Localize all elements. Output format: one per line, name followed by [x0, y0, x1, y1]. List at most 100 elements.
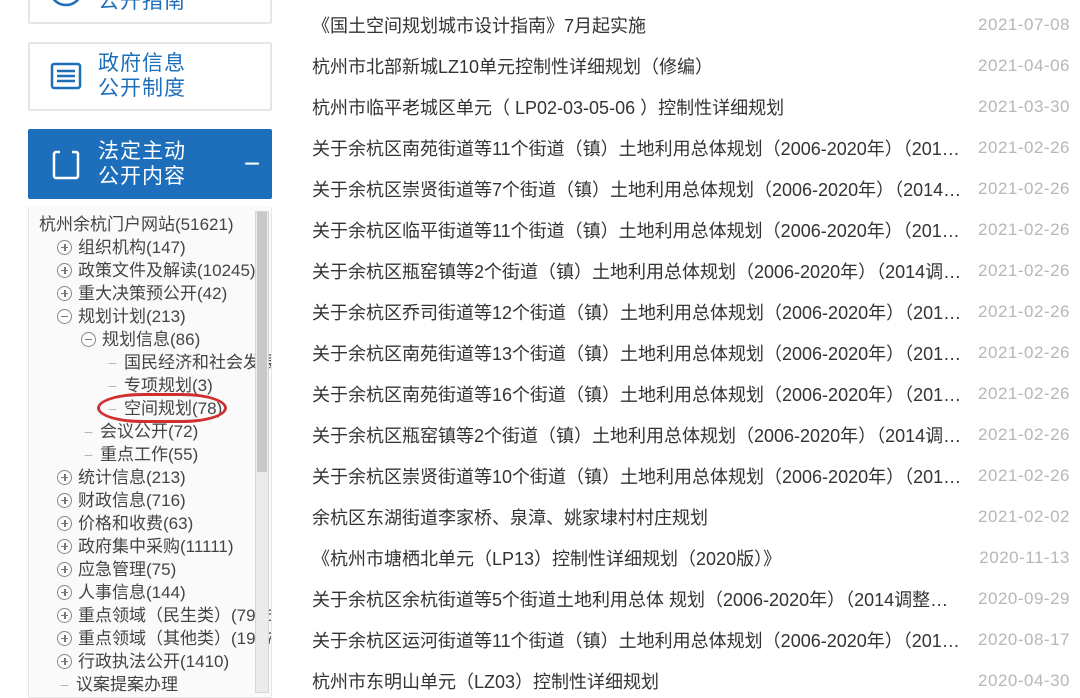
- article-row[interactable]: 关于余杭区乔司街道等12个街道（镇）土地利用总体规划（2006-2020年）（2…: [312, 291, 1070, 332]
- article-date: 2021-02-26: [978, 179, 1070, 199]
- article-date: 2021-07-08: [978, 15, 1070, 35]
- expand-icon[interactable]: [57, 608, 72, 623]
- sidebar-card-statutory[interactable]: 法定主动 公开内容 −: [28, 129, 272, 199]
- tree-node-label: 财政信息(716): [78, 489, 186, 512]
- article-row[interactable]: 关于余杭区余杭街道等5个街道土地利用总体 规划（2006-2020年）（2014…: [312, 578, 1070, 619]
- article-title: 关于余杭区南苑街道等11个街道（镇）土地利用总体规划（2006-2020年）（2…: [312, 135, 978, 161]
- expand-icon[interactable]: [57, 516, 72, 531]
- article-row[interactable]: 杭州市临平老城区单元（ LP02-03-05-06 ）控制性详细规划2021-0…: [312, 86, 1070, 127]
- expand-icon[interactable]: [57, 470, 72, 485]
- expand-icon[interactable]: [57, 493, 72, 508]
- card-label-l2: 公开制度: [98, 76, 186, 101]
- clipboard-icon: [44, 142, 88, 186]
- tree-node[interactable]: 行政执法公开(1410): [39, 650, 271, 673]
- collapse-icon[interactable]: [81, 332, 96, 347]
- expand-icon[interactable]: [57, 631, 72, 646]
- article-date: 2020-11-13: [979, 548, 1070, 568]
- article-title: 《国土空间规划城市设计指南》7月起实施: [312, 12, 978, 38]
- article-row[interactable]: 关于余杭区运河街道等11个街道（镇）土地利用总体规划（2006-2020年）（2…: [312, 619, 1070, 660]
- expand-icon[interactable]: [57, 654, 72, 669]
- article-date: 2021-02-02: [978, 507, 1070, 527]
- tree-scrollbar[interactable]: [255, 211, 269, 693]
- tree-node[interactable]: –会议公开(72): [39, 420, 271, 443]
- article-date: 2020-08-17: [978, 630, 1070, 650]
- tree-node[interactable]: 价格和收费(63): [39, 512, 271, 535]
- article-row[interactable]: 关于余杭区南苑街道等13个街道（镇）土地利用总体规划（2006-2020年）（2…: [312, 332, 1070, 373]
- article-title: 关于余杭区南苑街道等13个街道（镇）土地利用总体规划（2006-2020年）（2…: [312, 340, 978, 366]
- article-date: 2021-03-30: [978, 97, 1070, 117]
- leaf-icon: –: [105, 351, 120, 374]
- article-title: 关于余杭区崇贤街道等7个街道（镇）土地利用总体规划（2006-2020年）（20…: [312, 176, 978, 202]
- tree-node-label: 重大决策预公开(42): [78, 282, 227, 305]
- article-date: 2021-04-06: [978, 56, 1070, 76]
- article-title: 余杭区东湖街道李家桥、泉漳、姚家埭村村庄规划: [312, 504, 978, 530]
- tree-node[interactable]: –议案提案办理: [39, 673, 271, 696]
- article-title: 关于余杭区南苑街道等16个街道（镇）土地利用总体规划（2006-2020年）（2…: [312, 381, 978, 407]
- sidebar-card-system[interactable]: 政府信息 公开制度: [28, 42, 272, 112]
- tree-node[interactable]: 规划计划(213): [39, 305, 271, 328]
- article-title: 关于余杭区崇贤街道等10个街道（镇）土地利用总体规划（2006-2020年）（2…: [312, 463, 978, 489]
- tree-node[interactable]: 组织机构(147): [39, 236, 271, 259]
- tree-node-label: 重点领域（民生类）(7966): [78, 604, 272, 627]
- article-row[interactable]: 关于余杭区南苑街道等16个街道（镇）土地利用总体规划（2006-2020年）（2…: [312, 373, 1070, 414]
- card-label-l2: 公开指南: [98, 0, 186, 14]
- tree-node[interactable]: 重点领域（其他类）(19276): [39, 627, 271, 650]
- collapse-icon[interactable]: −: [240, 152, 264, 176]
- tree-root[interactable]: 杭州余杭门户网站(51621): [39, 213, 271, 236]
- leaf-icon: –: [81, 443, 96, 466]
- article-date: 2020-04-30: [978, 671, 1070, 691]
- tree-node-label: 规划信息(86): [102, 328, 200, 351]
- tree-node[interactable]: 政府集中采购(11111): [39, 535, 271, 558]
- expand-icon[interactable]: [57, 585, 72, 600]
- tree-node-label: 专项规划(3): [124, 374, 213, 397]
- article-list: 《国土空间规划城市设计指南》7月起实施2021-07-08杭州市北部新城LZ10…: [290, 0, 1080, 698]
- article-title: 杭州市东明山单元（LZ03）控制性详细规划: [312, 668, 978, 694]
- tree-node[interactable]: 财政信息(716): [39, 489, 271, 512]
- article-row[interactable]: 《杭州市塘栖北单元（LP13）控制性详细规划（2020版）》2020-11-13: [312, 537, 1070, 578]
- card-label-l2: 公开内容: [98, 164, 186, 189]
- tree-node[interactable]: 应急管理(75): [39, 558, 271, 581]
- article-row[interactable]: 余杭区东湖街道李家桥、泉漳、姚家埭村村庄规划2021-02-02: [312, 496, 1070, 537]
- article-row[interactable]: 杭州市北部新城LZ10单元控制性详细规划（修编）2021-04-06: [312, 45, 1070, 86]
- article-row[interactable]: 《国土空间规划城市设计指南》7月起实施2021-07-08: [312, 4, 1070, 45]
- leaf-icon: –: [57, 673, 72, 696]
- tree-node[interactable]: –国民经济和社会发展规: [39, 351, 271, 374]
- tree-node[interactable]: –空间规划(78): [39, 397, 271, 420]
- article-date: 2021-02-26: [978, 220, 1070, 240]
- expand-icon[interactable]: [57, 539, 72, 554]
- sidebar-card-guide[interactable]: 政府信息 公开指南: [28, 0, 272, 24]
- tree-node[interactable]: 政策文件及解读(10245): [39, 259, 271, 282]
- tree-node[interactable]: –专项规划(3): [39, 374, 271, 397]
- article-row[interactable]: 杭州市东明山单元（LZ03）控制性详细规划2020-04-30: [312, 660, 1070, 698]
- tree-node[interactable]: 统计信息(213): [39, 466, 271, 489]
- article-row[interactable]: 关于余杭区瓶窑镇等2个街道（镇）土地利用总体规划（2006-2020年）（201…: [312, 414, 1070, 455]
- tree-node[interactable]: 重大决策预公开(42): [39, 282, 271, 305]
- expand-icon[interactable]: [57, 263, 72, 278]
- article-row[interactable]: 关于余杭区临平街道等11个街道（镇）土地利用总体规划（2006-2020年）（2…: [312, 209, 1070, 250]
- expand-icon[interactable]: [57, 562, 72, 577]
- collapse-icon[interactable]: [57, 309, 72, 324]
- tree-node[interactable]: –重点工作(55): [39, 443, 271, 466]
- article-row[interactable]: 关于余杭区瓶窑镇等2个街道（镇）土地利用总体规划（2006-2020年）（201…: [312, 250, 1070, 291]
- expand-icon[interactable]: [57, 240, 72, 255]
- article-title: 关于余杭区余杭街道等5个街道土地利用总体 规划（2006-2020年）（2014…: [312, 586, 978, 612]
- leaf-icon: –: [105, 397, 120, 420]
- tree-node[interactable]: 重点领域（民生类）(7966): [39, 604, 271, 627]
- article-date: 2021-02-26: [978, 425, 1070, 445]
- expand-icon[interactable]: [57, 286, 72, 301]
- tree-node-label: 空间规划(78): [124, 397, 222, 420]
- tree-node-label: 人事信息(144): [78, 581, 186, 604]
- tree-node-label: 价格和收费(63): [78, 512, 193, 535]
- card-label-l1: 法定主动: [98, 139, 186, 164]
- tree-node-label: 规划计划(213): [78, 305, 186, 328]
- tree-node-label: 组织机构(147): [78, 236, 186, 259]
- article-title: 《杭州市塘栖北单元（LP13）控制性详细规划（2020版）》: [312, 545, 979, 571]
- list-icon: [44, 54, 88, 98]
- article-row[interactable]: 关于余杭区南苑街道等11个街道（镇）土地利用总体规划（2006-2020年）（2…: [312, 127, 1070, 168]
- tree-node-label: 政府集中采购(11111): [78, 535, 234, 558]
- scrollbar-thumb[interactable]: [257, 212, 267, 472]
- tree-node[interactable]: 规划信息(86): [39, 328, 271, 351]
- article-row[interactable]: 关于余杭区崇贤街道等7个街道（镇）土地利用总体规划（2006-2020年）（20…: [312, 168, 1070, 209]
- tree-node[interactable]: 人事信息(144): [39, 581, 271, 604]
- article-row[interactable]: 关于余杭区崇贤街道等10个街道（镇）土地利用总体规划（2006-2020年）（2…: [312, 455, 1070, 496]
